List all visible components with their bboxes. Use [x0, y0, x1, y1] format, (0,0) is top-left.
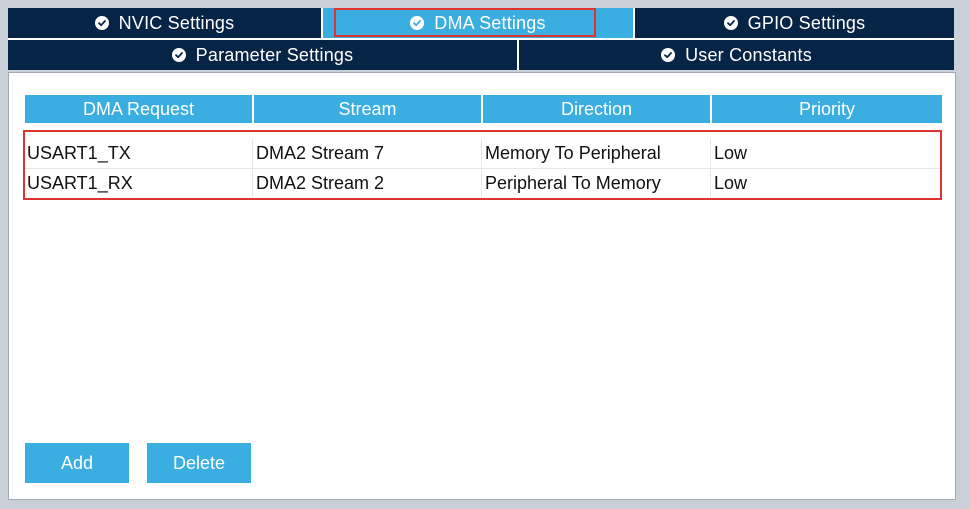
tab-nvic-settings[interactable]: NVIC Settings	[8, 8, 321, 38]
cell-stream: DMA2 Stream 2	[256, 173, 385, 193]
tab-gpio-settings[interactable]: GPIO Settings	[635, 8, 954, 38]
add-button[interactable]: Add	[25, 443, 129, 483]
cell-dma-request: USART1_TX	[27, 143, 131, 163]
column-header-direction[interactable]: Direction	[483, 95, 710, 123]
check-circle-icon	[661, 48, 676, 62]
tab-row-2: Parameter Settings User Constants	[8, 40, 954, 70]
tab-parameter-settings[interactable]: Parameter Settings	[8, 40, 517, 70]
tab-label: User Constants	[685, 44, 812, 65]
check-circle-icon	[723, 16, 738, 30]
table-row[interactable]: USART1_RX DMA2 Stream 2 Peripheral To Me…	[25, 168, 942, 198]
cell-dma-request: USART1_RX	[27, 173, 133, 193]
tab-user-constants[interactable]: User Constants	[519, 40, 954, 70]
cell-direction: Memory To Peripheral	[485, 143, 661, 163]
dma-settings-panel: DMA Request Stream Direction Priority US…	[8, 72, 956, 500]
check-circle-icon	[171, 48, 186, 62]
column-header-priority[interactable]: Priority	[712, 95, 942, 123]
tab-label: NVIC Settings	[118, 12, 235, 33]
cell-priority: Low	[714, 143, 748, 163]
tab-label: GPIO Settings	[747, 12, 866, 33]
table-row[interactable]: USART1_TX DMA2 Stream 7 Memory To Periph…	[25, 139, 942, 168]
cell-direction: Peripheral To Memory	[485, 173, 661, 193]
tab-dma-settings[interactable]: DMA Settings	[323, 8, 633, 38]
check-circle-icon	[94, 16, 109, 30]
tab-row-1: NVIC Settings DMA Settings GPIO Settings	[8, 8, 954, 38]
settings-tab-bar: NVIC Settings DMA Settings GPIO Settings	[8, 8, 954, 70]
cell-priority: Low	[714, 173, 748, 193]
column-header-dma-request[interactable]: DMA Request	[25, 95, 252, 123]
column-header-stream[interactable]: Stream	[254, 95, 481, 123]
table-header: DMA Request Stream Direction Priority	[25, 95, 942, 123]
window-frame: NVIC Settings DMA Settings GPIO Settings	[0, 0, 970, 509]
tab-label: Parameter Settings	[195, 44, 354, 65]
delete-button[interactable]: Delete	[147, 443, 251, 483]
check-circle-icon	[410, 16, 425, 30]
cell-stream: DMA2 Stream 7	[256, 143, 385, 163]
tab-label: DMA Settings	[434, 12, 546, 33]
